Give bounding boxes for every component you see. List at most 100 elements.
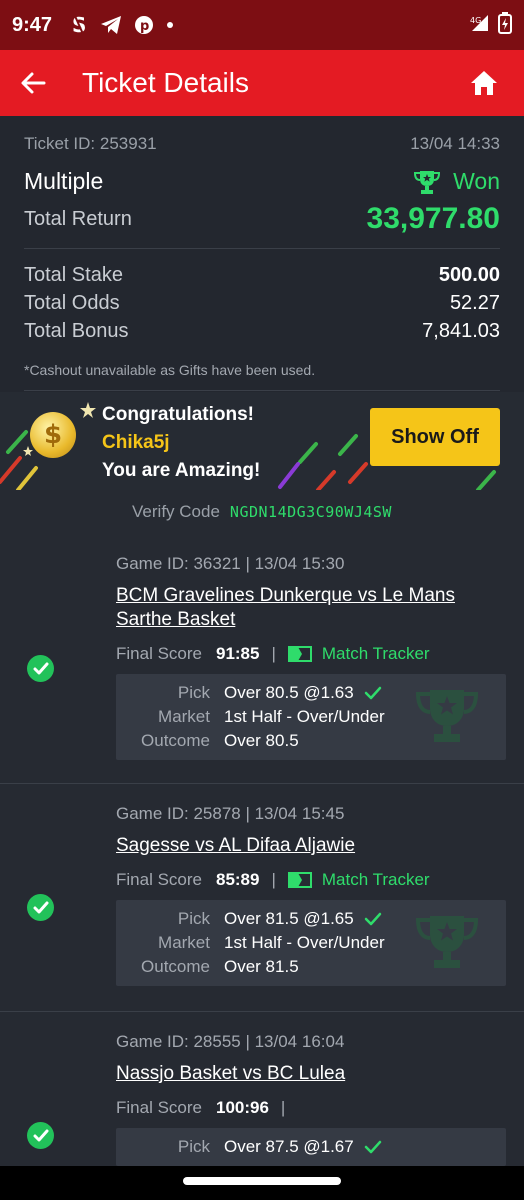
final-score-row: Final Score 100:96 | — [116, 1098, 297, 1118]
home-gesture-handle[interactable] — [183, 1177, 341, 1185]
total-bonus-value: 7,841.03 — [422, 320, 500, 342]
total-odds-value: 52.27 — [449, 292, 500, 314]
arrow-left-icon — [21, 72, 46, 94]
outcome-value: Over 81.5 — [224, 957, 299, 976]
total-return-value: 33,977.80 — [366, 202, 500, 235]
svg-text:p: p — [140, 19, 149, 34]
pick-value: Over 87.5 @1.67 — [224, 1137, 354, 1156]
total-return-label: Total Return — [24, 207, 132, 230]
match-tracker-label: Match Tracker — [321, 870, 430, 889]
game-card: Game ID: 36321 | 13/04 15:30 BCM Graveli… — [0, 534, 524, 784]
total-bonus-row: Total Bonus 7,841.03 — [24, 320, 500, 343]
congratulations-banner: $ Congratulations! Chika5j You are Amazi… — [0, 392, 524, 490]
trophy-watermark-icon — [415, 690, 479, 742]
final-score-label: Final Score — [116, 870, 202, 889]
game-header: Game ID: 28555 | 13/04 16:04 — [116, 1032, 345, 1051]
match-tracker-icon — [287, 872, 312, 888]
total-odds-row: Total Odds 52.27 — [24, 292, 500, 315]
total-stake-label: Total Stake — [24, 264, 123, 286]
home-icon — [471, 71, 497, 95]
back-button[interactable] — [20, 63, 60, 103]
match-name-link[interactable]: Nassjo Basket vs BC Lulea — [116, 1062, 496, 1086]
pick-value: Over 81.5 @1.65 — [224, 909, 354, 928]
ticket-status: Won — [413, 168, 500, 195]
check-icon — [364, 912, 381, 926]
outcome-label: Outcome — [141, 957, 210, 976]
congrats-title: Congratulations! — [102, 404, 254, 425]
notification-dot-icon — [166, 21, 174, 29]
separator: | — [280, 1098, 286, 1117]
market-value: 1st Half - Over/Under — [224, 707, 385, 726]
trophy-icon — [414, 170, 441, 194]
signal-icon: 4G — [470, 13, 492, 38]
match-tracker-label: Match Tracker — [321, 644, 430, 663]
ticket-type: Multiple — [24, 168, 104, 194]
cashout-note: *Cashout unavailable as Gifts have been … — [24, 362, 316, 378]
pick-details: Pick Over 80.5 @1.63 Market 1st Half - O… — [116, 674, 506, 760]
divider — [24, 390, 500, 391]
verify-code-value: NGDN14DG3C90WJ4SW — [229, 503, 392, 521]
market-label: Market — [158, 707, 210, 726]
match-tracker-icon — [287, 646, 312, 662]
outcome-row: Outcome Over 81.5 — [116, 957, 299, 977]
telegram-icon — [100, 15, 122, 35]
match-name-link[interactable]: Sagesse vs AL Difaa Aljawie — [116, 834, 496, 858]
total-bonus-label: Total Bonus — [24, 320, 129, 342]
final-score-label: Final Score — [116, 644, 202, 663]
final-score-row: Final Score 91:85 | Match Tracker — [116, 644, 430, 664]
match-name-link[interactable]: BCM Gravelines Dunkerque vs Le Mans Sart… — [116, 584, 496, 632]
ticket-datetime: 13/04 14:33 — [410, 134, 500, 153]
divider — [24, 248, 500, 249]
total-stake-value: 500.00 — [438, 264, 500, 286]
total-odds-label: Total Odds — [24, 292, 120, 314]
home-button[interactable] — [464, 63, 504, 103]
ticket-summary: Ticket ID: 253931 13/04 14:33 Multiple W… — [0, 116, 524, 396]
status-bar: 9:47 S p 4G — [0, 0, 524, 50]
check-icon — [364, 1140, 381, 1154]
pinterest-icon: p — [134, 15, 154, 35]
verify-code-label: Verify Code — [132, 502, 220, 521]
network-label: 4G — [470, 16, 481, 25]
pick-value: Over 80.5 @1.63 — [224, 683, 354, 702]
match-tracker-link[interactable]: Match Tracker — [287, 644, 430, 664]
separator: | — [271, 644, 276, 663]
app-bar: Ticket Details — [0, 50, 524, 116]
ticket-id: Ticket ID: 253931 — [24, 134, 157, 153]
pick-label: Pick — [177, 1137, 210, 1156]
market-value: 1st Half - Over/Under — [224, 933, 385, 952]
final-score-label: Final Score — [116, 1098, 202, 1117]
trophy-watermark-icon — [415, 916, 479, 968]
battery-icon — [498, 11, 512, 39]
market-row: Market 1st Half - Over/Under — [116, 707, 385, 727]
final-score-value: 91:85 — [215, 644, 260, 663]
coin-icon: $ — [30, 412, 76, 458]
show-off-button[interactable]: Show Off — [370, 408, 500, 466]
app-s-icon: S — [70, 15, 88, 35]
final-score-row: Final Score 85:89 | Match Tracker — [116, 870, 430, 890]
separator: | — [271, 870, 276, 889]
congrats-subtitle: You are Amazing! — [102, 460, 261, 481]
status-label: Won — [453, 168, 500, 194]
gesture-nav-bar — [0, 1166, 524, 1200]
outcome-label: Outcome — [141, 731, 210, 750]
pick-label: Pick — [177, 909, 210, 928]
pick-row: Pick Over 80.5 @1.63 — [116, 683, 382, 703]
page-title: Ticket Details — [82, 67, 250, 98]
final-score-value: 85:89 — [215, 870, 260, 889]
outcome-value: Over 80.5 — [224, 731, 299, 750]
match-tracker-link[interactable]: Match Tracker — [287, 870, 430, 890]
status-time: 9:47 — [12, 13, 53, 36]
won-check-icon — [27, 1122, 54, 1149]
verify-code-row: Verify Code NGDN14DG3C90WJ4SW — [0, 490, 524, 534]
pick-row: Pick Over 81.5 @1.65 — [116, 909, 382, 929]
market-row: Market 1st Half - Over/Under — [116, 933, 385, 953]
market-label: Market — [158, 933, 210, 952]
pick-details: Pick Over 87.5 @1.67 — [116, 1128, 506, 1166]
won-check-icon — [27, 894, 54, 921]
pick-row: Pick Over 87.5 @1.67 — [116, 1137, 382, 1157]
pick-details: Pick Over 81.5 @1.65 Market 1st Half - O… — [116, 900, 506, 986]
total-stake-row: Total Stake 500.00 — [24, 264, 500, 287]
game-header: Game ID: 25878 | 13/04 15:45 — [116, 804, 345, 823]
check-icon — [364, 686, 381, 700]
outcome-row: Outcome Over 80.5 — [116, 731, 299, 751]
